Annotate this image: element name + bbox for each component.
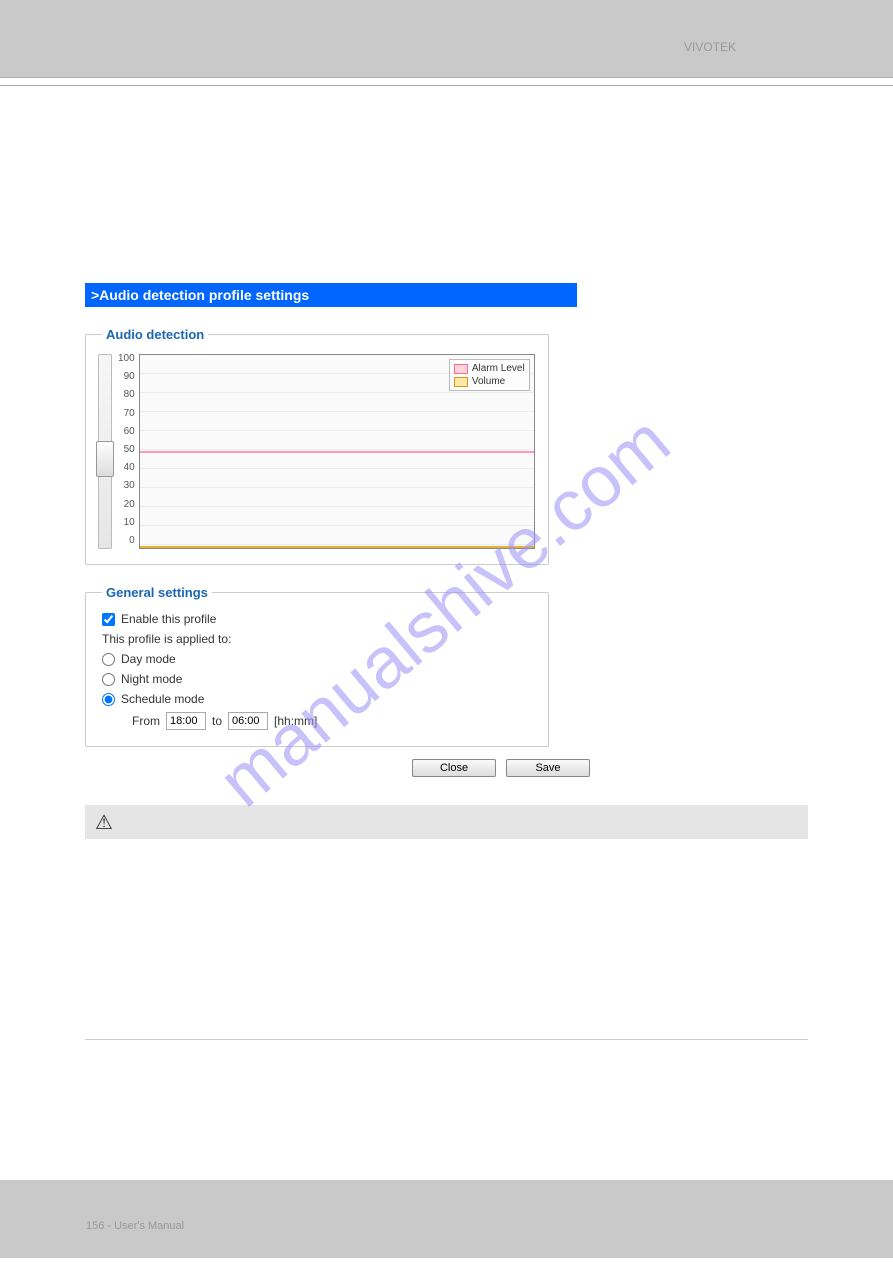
note-header: ⚠ IMPORTANT:: [85, 805, 808, 839]
legend-volume: Volume: [454, 375, 525, 388]
chart-legend: Alarm Level Volume: [449, 359, 530, 391]
audio-detection-legend: Audio detection: [102, 327, 208, 342]
intro-block: You can use the Profile window to config…: [85, 111, 808, 261]
general-settings-fieldset: General settings Enable this profile Thi…: [85, 585, 549, 747]
to-label: to: [212, 714, 222, 728]
close-button[interactable]: Close: [412, 759, 496, 777]
enable-profile-checkbox[interactable]: [102, 613, 115, 626]
intro-p2: 1. Click on the Enable this profile chec…: [85, 153, 808, 171]
volume-swatch-icon: [454, 377, 468, 387]
button-row: Close Save: [85, 759, 590, 777]
volume-line: [140, 546, 534, 548]
note-list: Audio detection configuration is not ava…: [99, 851, 808, 979]
from-label: From: [132, 714, 160, 728]
from-time-input[interactable]: [166, 712, 206, 730]
intro-p4: 3. Select the period of time to which th…: [85, 201, 808, 237]
chart-row: 100 90 80 70 60 50 40 30 20 10 0 Alarm L…: [98, 354, 538, 554]
note-item: If the Alarm level and the received volu…: [113, 896, 808, 933]
schedule-mode-radio[interactable]: [102, 693, 115, 706]
hhmm-label: [hh:mm]: [274, 714, 317, 728]
warning-icon: ⚠: [95, 810, 113, 835]
footer-page: 156 - User's Manual: [86, 1220, 184, 1232]
panel-title: >Audio detection profile settings: [85, 283, 577, 307]
alarm-level-line: [140, 451, 534, 453]
audio-detection-fieldset: Audio detection 100 90 80 70 60 50 40 30…: [85, 327, 549, 565]
save-button[interactable]: Save: [506, 759, 590, 777]
footer-divider: [85, 1039, 808, 1040]
top-bar: VIVOTEK: [0, 0, 893, 78]
to-time-input[interactable]: [228, 712, 268, 730]
legend-alarm: Alarm Level: [454, 362, 525, 375]
schedule-range: From to [hh:mm]: [132, 712, 538, 730]
intro-p1: You can use the Profile window to config…: [85, 111, 808, 147]
alarm-slider-thumb[interactable]: [96, 441, 114, 477]
applied-to-label: This profile is applied to:: [102, 632, 538, 646]
note-item: Audio detection configuration is not ava…: [113, 851, 808, 888]
night-mode-label: Night mode: [121, 672, 182, 686]
alarm-slider[interactable]: [98, 354, 112, 549]
day-mode-radio[interactable]: [102, 653, 115, 666]
intro-p3: 2. Repeat steps 1~3 shown above for Audi…: [85, 177, 808, 195]
audio-chart: Alarm Level Volume: [139, 354, 535, 549]
alarm-swatch-icon: [454, 364, 468, 374]
schedule-mode-label: Schedule mode: [121, 692, 204, 706]
night-mode-radio[interactable]: [102, 673, 115, 686]
note-item: Sudden noises - a loud change in sound v…: [113, 941, 808, 978]
note-title: IMPORTANT:: [123, 815, 202, 830]
header-divider: [0, 85, 893, 86]
brand-text: VIVOTEK: [684, 40, 736, 54]
intro-p5: 4. Click Save and then click Close to co…: [85, 243, 808, 261]
day-mode-label: Day mode: [121, 652, 176, 666]
footer-bar: 156 - User's Manual: [0, 1180, 893, 1258]
y-axis-labels: 100 90 80 70 60 50 40 30 20 10 0: [118, 354, 135, 554]
enable-profile-label: Enable this profile: [121, 612, 216, 626]
general-settings-legend: General settings: [102, 585, 212, 600]
